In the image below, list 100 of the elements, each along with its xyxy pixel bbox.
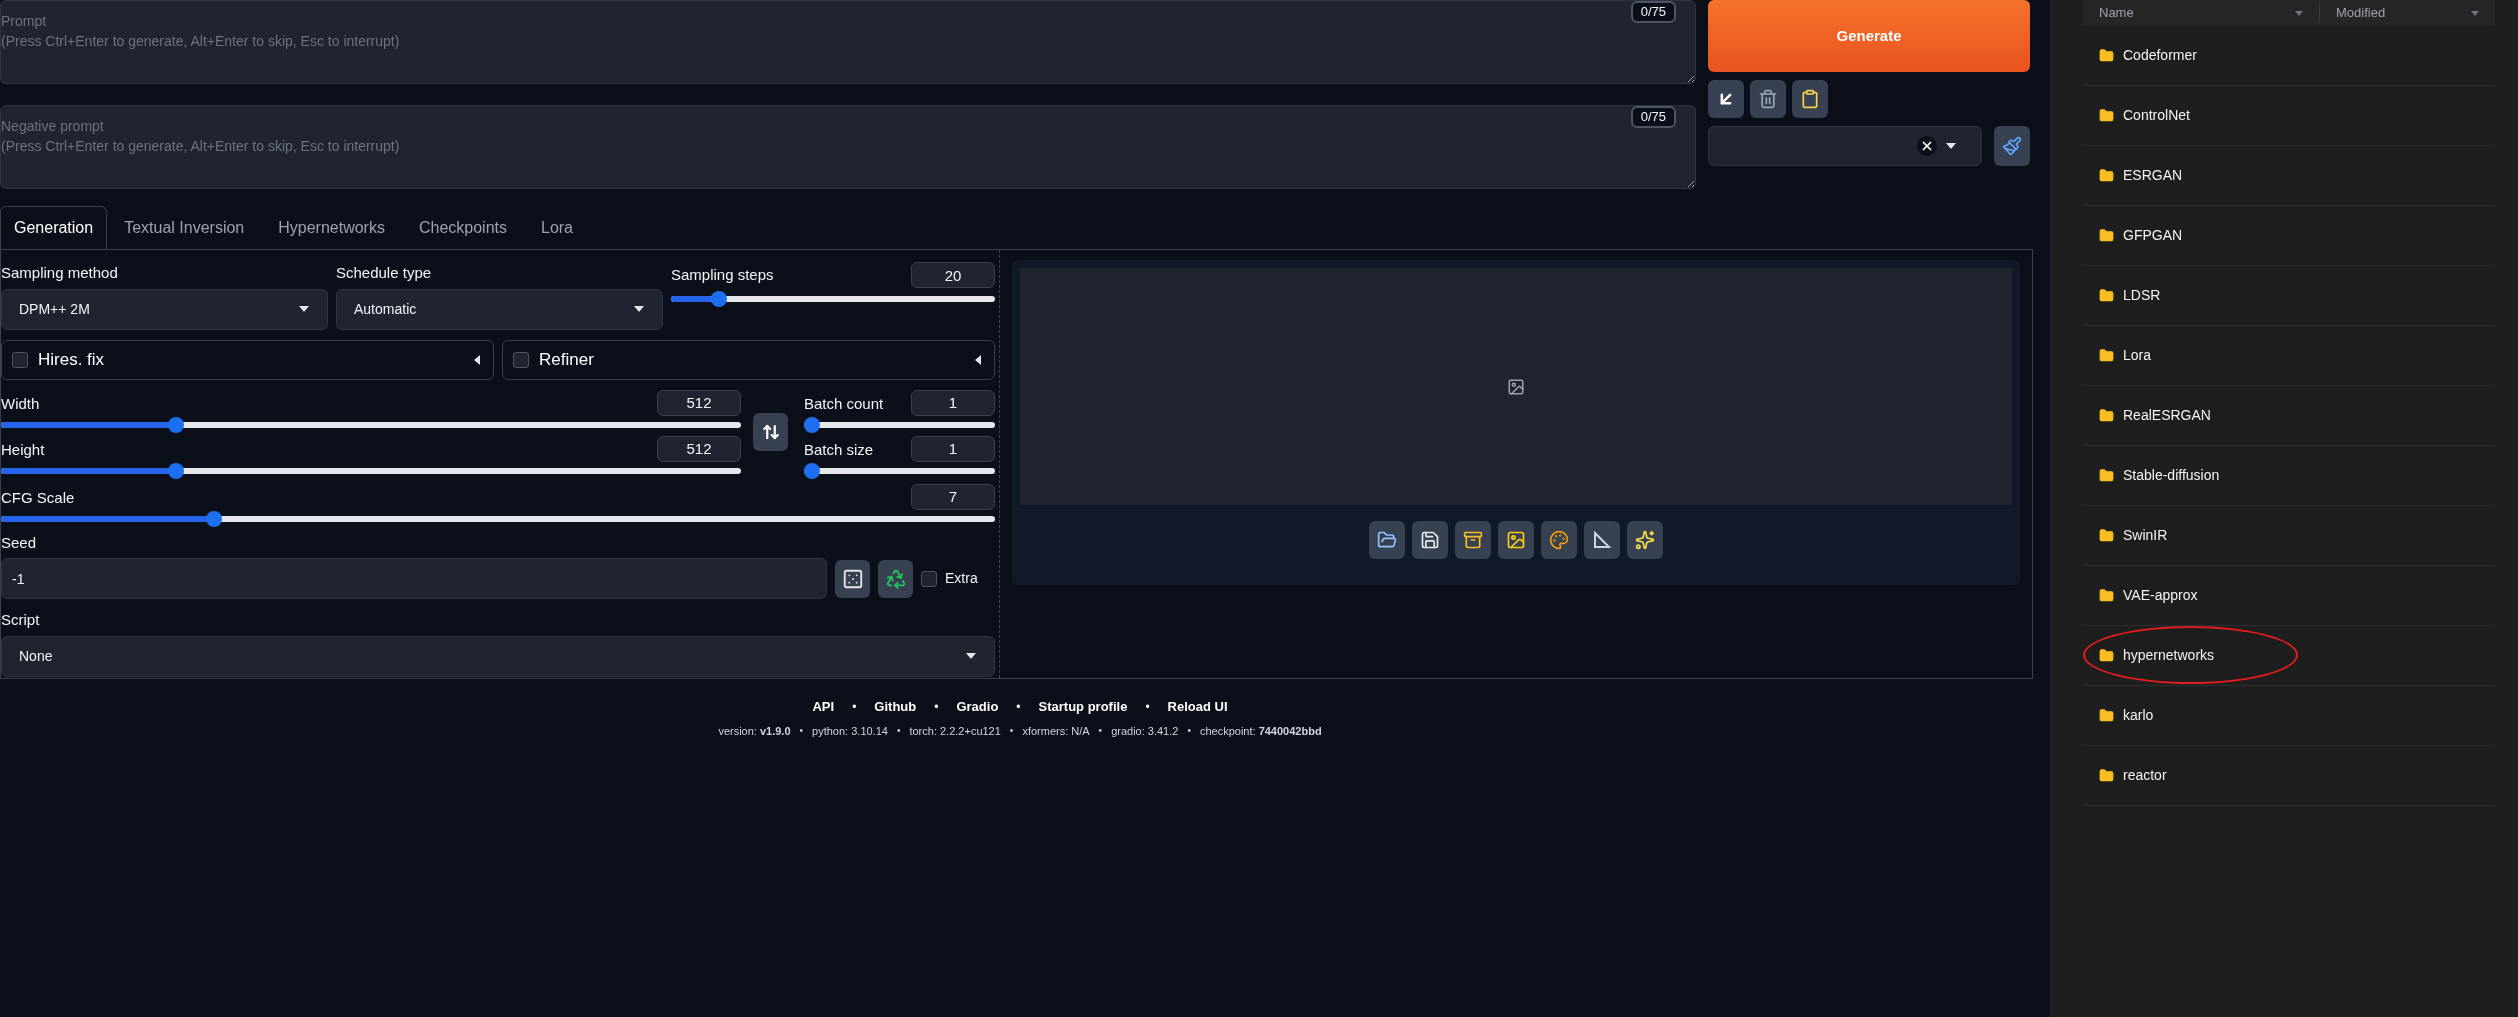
separator: • [1098,724,1103,739]
slider-thumb[interactable] [167,416,184,433]
trash-icon[interactable] [1750,80,1786,118]
separator: • [1009,724,1014,739]
token-counter: 0/75 [1630,106,1676,128]
folder-icon [2099,348,2114,363]
checkbox-label: Extra [945,569,978,588]
dice-icon[interactable] [835,559,870,598]
footer-link[interactable]: Gradio [956,697,999,717]
folder-icon [2099,768,2114,783]
clear-icon[interactable] [1917,136,1937,156]
recycle-icon[interactable] [878,559,913,598]
folder-name[interactable]: hypernetworks [2123,645,2215,666]
checkbox[interactable] [513,351,529,368]
folder-row[interactable]: Lora [2083,326,2495,386]
accordion[interactable]: Refiner [502,339,995,380]
caret-icon [633,305,645,313]
folder-name[interactable]: Stable-diffusion [2123,465,2220,486]
folder-row[interactable]: hypernetworks [2083,626,2495,686]
slider-thumb[interactable] [711,291,728,307]
slider-thumb[interactable] [804,416,820,433]
slider-thumb[interactable] [167,462,184,479]
clipboard-icon[interactable] [1792,80,1828,118]
token-counter: 0/75 [1630,1,1676,23]
folder-row[interactable]: LDSR [2083,266,2495,326]
version-info: version: v1.9.0 [718,723,791,739]
separator: • [799,724,804,739]
caret-icon [965,652,977,660]
folder-row[interactable]: ESRGAN [2083,146,2495,206]
field-label: Sampling method [1,263,119,283]
footer-link[interactable]: Github [874,697,917,717]
archive-icon[interactable] [1455,521,1491,559]
tab[interactable]: Hypernetworks [261,206,402,249]
tab[interactable]: Generation [0,206,108,249]
footer-link[interactable]: API [812,697,835,717]
folder-row[interactable]: karlo [2083,686,2495,746]
accordion[interactable]: Hires. fix [1,339,494,380]
checkbox[interactable] [12,351,28,368]
folder-row[interactable]: VAE-approx [2083,566,2495,626]
number-field[interactable]: 1 [911,389,995,416]
folder-name[interactable]: karlo [2123,705,2154,726]
footer-link[interactable]: Startup profile [1038,697,1128,717]
tab[interactable]: Checkpoints [401,206,524,249]
picture-icon[interactable] [1498,521,1534,559]
folder-icon[interactable] [1369,521,1405,559]
folder-name[interactable]: reactor [2123,765,2167,786]
folder-name[interactable]: SwinIR [2123,525,2168,546]
number-field[interactable]: 1 [911,435,995,462]
folder-row[interactable]: SwinIR [2083,506,2495,566]
caret-icon [1945,142,1957,150]
separator: • [934,698,939,716]
swap-icon[interactable] [753,412,788,451]
column-header[interactable]: Name [2099,3,2134,23]
dropdown[interactable]: Automatic [336,288,663,330]
brush-icon[interactable] [1994,126,2030,166]
folder-name[interactable]: VAE-approx [2123,585,2198,606]
folder-row[interactable]: reactor [2083,746,2495,806]
number-field[interactable]: 7 [911,483,995,510]
version-info: xformers: N/A [1022,723,1090,739]
folder-name[interactable]: GFPGAN [2123,225,2183,246]
slider-label: Height [1,440,45,460]
version-info: python: 3.10.14 [812,723,888,739]
folder-row[interactable]: ControlNet [2083,86,2495,146]
folder-name[interactable]: ControlNet [2123,105,2190,126]
folder-name[interactable]: LDSR [2123,285,2161,306]
caret-icon [974,353,982,366]
number-field[interactable]: 512 [657,389,741,416]
slider-label: Width [1,394,40,414]
folder-row[interactable]: GFPGAN [2083,206,2495,266]
folder-row[interactable]: RealESRGAN [2083,386,2495,446]
triangle-ruler-icon[interactable] [1584,521,1620,559]
version-info: checkpoint: 7440042bbd [1199,723,1322,739]
folder-icon [2099,108,2114,123]
tab[interactable]: Textual Inversion [107,206,262,249]
number-field[interactable]: 512 [657,435,741,462]
folder-icon [2099,408,2114,423]
folder-name[interactable]: Codeformer [2123,45,2197,66]
slider-thumb[interactable] [804,462,820,479]
sparkles-icon[interactable] [1627,521,1663,559]
folder-name[interactable]: ESRGAN [2123,165,2183,186]
column-header[interactable]: Modified [2336,3,2386,23]
palette-icon[interactable] [1541,521,1577,559]
folder-row[interactable]: Codeformer [2083,26,2495,86]
folder-name[interactable]: Lora [2123,345,2152,366]
separator: • [1187,724,1191,739]
slider-label: Sampling steps [671,264,774,285]
number-field[interactable]: 20 [911,262,995,288]
slider-thumb[interactable] [206,510,223,527]
sort-icon [2471,10,2479,16]
save-icon[interactable] [1412,521,1448,559]
dropdown[interactable]: DPM++ 2M [1,288,328,330]
separator: • [1016,698,1021,716]
checkbox[interactable] [921,570,937,587]
folder-row[interactable]: Stable-diffusion [2083,446,2495,506]
tab[interactable]: Lora [524,206,590,249]
seed-field[interactable]: -1 [1,558,827,599]
dropdown[interactable]: None [1,635,995,677]
folder-name[interactable]: RealESRGAN [2123,405,2211,426]
folder-icon [2099,48,2114,63]
footer-link[interactable]: Reload UI [1167,697,1228,717]
